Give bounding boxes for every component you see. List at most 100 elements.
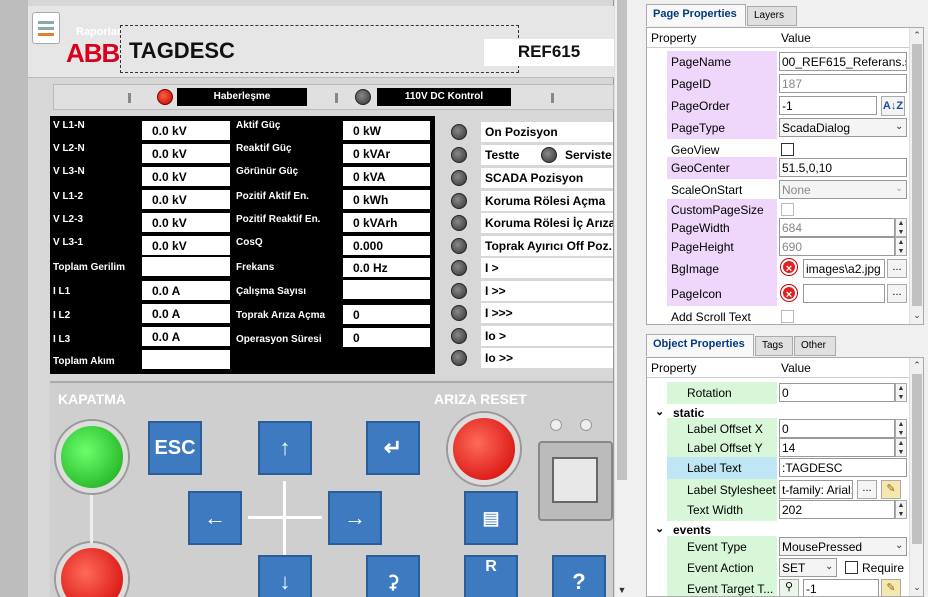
status-led xyxy=(451,215,467,231)
ethernet-port xyxy=(538,441,613,521)
pagewidth-input[interactable]: 684 xyxy=(779,218,895,237)
measurement-panel: V L1-N 0.0 kV V L2-N 0.0 kV V L3-N 0.0 k… xyxy=(50,116,435,374)
document-button[interactable]: ▤ xyxy=(464,491,518,545)
tagdesc-label[interactable]: TAGDESC xyxy=(120,25,519,73)
bgimage-input[interactable]: images\a2.jpg xyxy=(803,259,885,278)
prop-row-pagetype[interactable]: PageType ScadaDialog ⌄ xyxy=(647,117,909,139)
status-label: I > xyxy=(481,258,613,278)
spin-icon[interactable]: ▲ ▼ xyxy=(895,419,907,438)
pageheight-input[interactable]: 690 xyxy=(779,237,895,256)
close-button[interactable] xyxy=(56,421,128,493)
object-props-scrollbar[interactable]: ⌃ ⌄ xyxy=(909,358,923,596)
prop-row-pageheight[interactable]: PageHeight 690 ▲ ▼ xyxy=(647,236,909,258)
obj-row-label-text[interactable]: Label Text :TAGDESC xyxy=(647,457,909,479)
custompagesize-checkbox[interactable] xyxy=(781,203,794,216)
tab-page-properties[interactable]: Page Properties xyxy=(646,4,746,26)
pageorder-input[interactable]: -1 xyxy=(779,96,877,115)
enter-button[interactable]: ↵ xyxy=(366,421,420,475)
chevron-down-icon[interactable]: ⌄ xyxy=(895,540,903,551)
addscrolltext-checkbox[interactable] xyxy=(781,310,794,323)
obj-row-rotation[interactable]: Rotation 0 ▲ ▼ xyxy=(647,382,909,404)
pageid-input[interactable]: 187 xyxy=(779,74,907,93)
chevron-down-icon[interactable]: ⌄ xyxy=(895,121,903,132)
scroll-down-icon[interactable]: ⌄ xyxy=(910,310,923,321)
canvas-scrollbar[interactable]: ▼ xyxy=(614,0,628,597)
status-panel: On Pozisyon Testte Serviste SCADA Pozisy… xyxy=(441,119,613,371)
label-offset-x-input[interactable]: 0 xyxy=(779,419,895,438)
key-button[interactable]: ⚳ xyxy=(366,555,420,597)
browse-button[interactable]: ... xyxy=(887,284,907,303)
prop-row-pageorder[interactable]: PageOrder -1 A↓Z xyxy=(647,95,909,117)
event-target-input[interactable]: -1 xyxy=(803,579,879,596)
scrollbar-thumb[interactable] xyxy=(617,0,627,480)
browse-button[interactable]: ... xyxy=(887,259,907,278)
design-canvas[interactable]: Raporlar ABB TAGDESC REF615 Haberleşme 1… xyxy=(0,0,628,597)
left-arrow-button[interactable]: ← xyxy=(188,491,242,545)
reset-r-button[interactable]: R xyxy=(464,555,518,597)
tab-tags[interactable]: Tags xyxy=(755,336,793,356)
report-icon[interactable] xyxy=(32,12,60,44)
fault-reset-button[interactable] xyxy=(448,413,520,485)
obj-row-label-stylesheet[interactable]: Label Stylesheet t-family: Arial; ... ✎ xyxy=(647,479,909,501)
right-arrow-button[interactable]: → xyxy=(328,491,382,545)
geocenter-input[interactable]: 51.5,0,10 xyxy=(779,158,907,177)
page-props-scrollbar[interactable]: ⌃ ⌄ xyxy=(909,28,923,324)
chevron-down-icon[interactable]: ⌄ xyxy=(655,522,664,535)
pagename-input[interactable]: 00_REF615_Referans.sca xyxy=(779,52,907,71)
label-text-input[interactable]: :TAGDESC xyxy=(779,458,907,477)
help-button[interactable]: ? xyxy=(552,555,606,597)
spin-icon[interactable]: ▲ ▼ xyxy=(895,237,907,256)
obj-row-event-action[interactable]: Event Action SET ⌄ Require xyxy=(647,557,909,579)
scrollbar-thumb[interactable] xyxy=(912,44,922,306)
prop-row-pagename[interactable]: PageName 00_REF615_Referans.sca xyxy=(647,51,909,73)
reports-label: Raporlar xyxy=(76,26,122,38)
event-type-select[interactable]: MousePressed xyxy=(779,537,907,556)
prop-row-addscrolltext[interactable]: Add Scroll Text xyxy=(647,306,909,324)
esc-button[interactable]: ESC xyxy=(148,421,202,475)
scroll-up-icon[interactable]: ⌃ xyxy=(910,30,923,41)
sort-icon[interactable]: A↓Z xyxy=(881,96,905,116)
scroll-down-icon[interactable]: ⌄ xyxy=(910,582,923,593)
pagetype-select[interactable]: ScadaDialog xyxy=(779,118,907,137)
clear-icon[interactable]: × xyxy=(781,285,797,301)
down-arrow-button[interactable]: ↓ xyxy=(258,555,312,597)
spin-icon[interactable]: ▲ ▼ xyxy=(895,218,907,237)
prop-row-pageicon[interactable]: PageIcon × ... xyxy=(647,282,909,306)
spin-icon[interactable]: ▲ ▼ xyxy=(895,438,907,457)
chevron-down-icon[interactable]: ⌄ xyxy=(895,183,903,194)
prop-row-pageid[interactable]: PageID 187 xyxy=(647,73,909,95)
scroll-up-icon[interactable]: ⌃ xyxy=(910,360,923,371)
prop-name: GeoCenter xyxy=(667,157,777,179)
rotation-input[interactable]: 0 xyxy=(779,383,895,402)
edit-icon[interactable]: ✎ xyxy=(881,579,901,596)
prop-row-geocenter[interactable]: GeoCenter 51.5,0,10 xyxy=(647,157,909,179)
scrollbar-thumb[interactable] xyxy=(912,374,922,544)
browse-button[interactable]: ... xyxy=(857,480,877,499)
tab-other[interactable]: Other xyxy=(794,336,836,356)
edit-icon[interactable]: ✎ xyxy=(881,480,901,499)
tab-layers[interactable]: Layers xyxy=(747,6,797,26)
geoview-checkbox[interactable] xyxy=(781,143,794,156)
pageicon-input[interactable] xyxy=(803,284,885,303)
chevron-down-icon[interactable]: ⌄ xyxy=(655,405,664,418)
spin-icon[interactable]: ▲ ▼ xyxy=(895,383,907,402)
require-checkbox[interactable] xyxy=(845,561,858,574)
obj-row-event-target[interactable]: Event Target T... ⚲ -1 ✎ xyxy=(647,578,909,596)
prop-row-bgimage[interactable]: BgImage × images\a2.jpg ... xyxy=(647,256,909,282)
obj-row-label-offset-y[interactable]: Label Offset Y 14 ▲ ▼ xyxy=(647,437,909,459)
label-stylesheet-input[interactable]: t-family: Arial; xyxy=(779,480,853,499)
text-width-input[interactable]: 202 xyxy=(779,500,895,519)
chevron-down-icon[interactable]: ⌄ xyxy=(825,561,833,572)
scaleonstart-select[interactable]: None xyxy=(779,180,907,199)
tab-object-properties[interactable]: Object Properties xyxy=(646,334,754,356)
open-button[interactable] xyxy=(56,543,128,597)
obj-row-text-width[interactable]: Text Width 202 ▲ ▼ xyxy=(647,499,909,521)
obj-row-event-type[interactable]: Event Type MousePressed ⌄ xyxy=(647,536,909,558)
prop-row-scaleonstart[interactable]: ScaleOnStart None ⌄ xyxy=(647,179,909,201)
clear-icon[interactable]: × xyxy=(781,259,797,275)
spin-icon[interactable]: ▲ ▼ xyxy=(895,500,907,519)
search-icon[interactable]: ⚲ xyxy=(779,579,799,596)
up-arrow-button[interactable]: ↑ xyxy=(258,421,312,475)
label-offset-y-input[interactable]: 14 xyxy=(779,438,895,457)
scroll-down-icon[interactable]: ▼ xyxy=(615,585,628,595)
